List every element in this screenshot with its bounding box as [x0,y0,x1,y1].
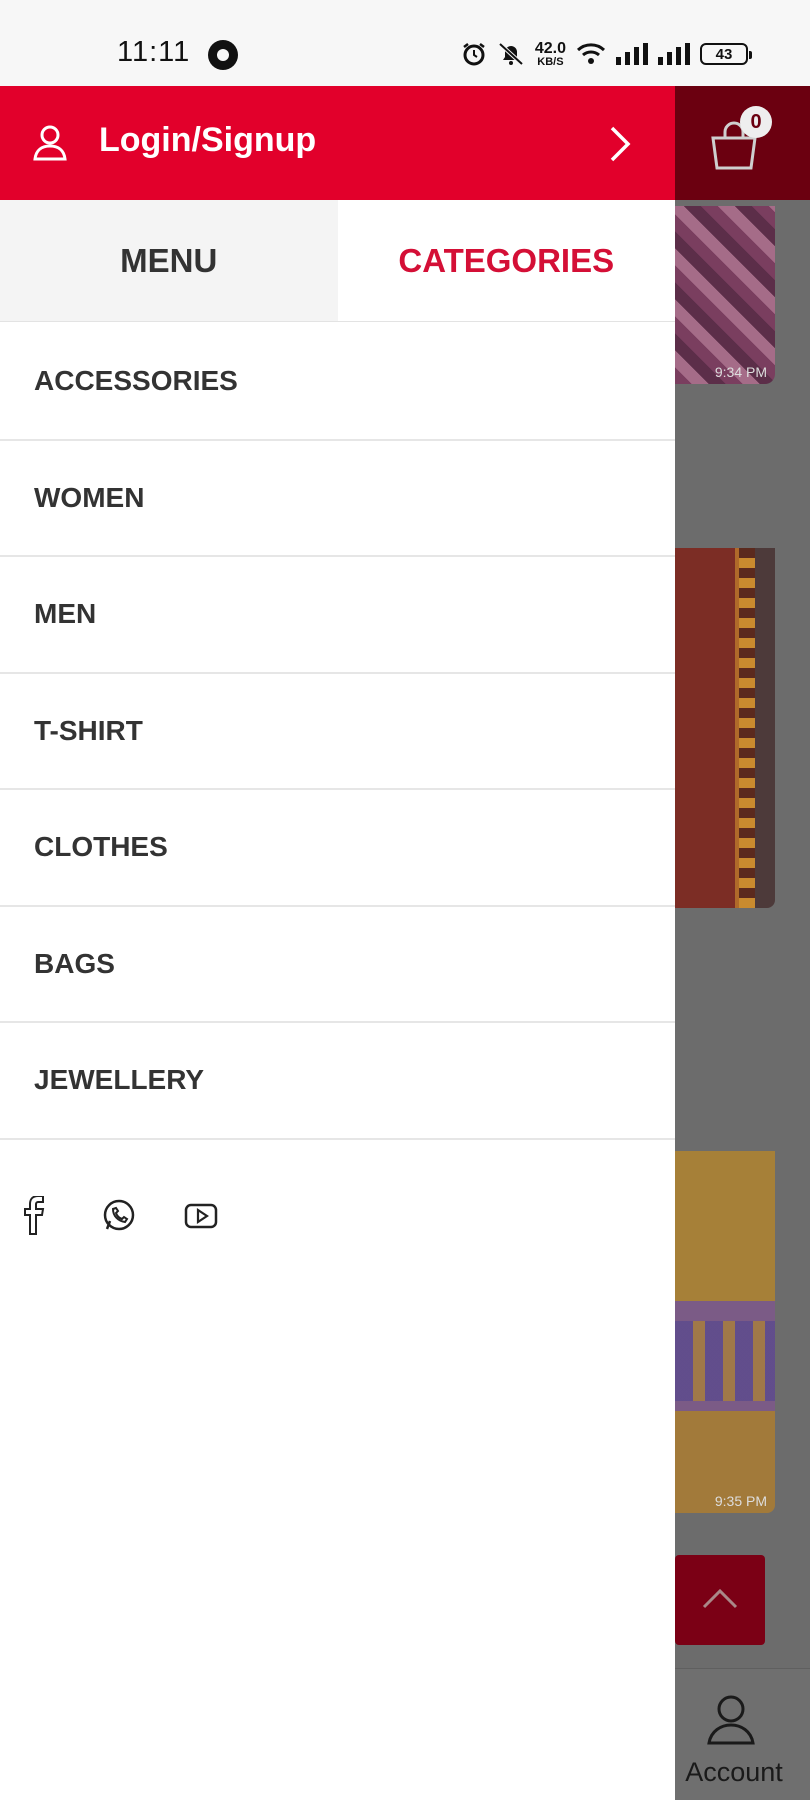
background-header: 0 [675,86,810,200]
user-icon [33,125,67,161]
timestamp: 9:34 PM [714,364,767,380]
status-icons: 42.0 KB/S 43 [461,36,752,72]
account-icon [707,1695,755,1745]
youtube-icon[interactable] [183,1196,219,1236]
status-time: 11:11 [117,36,191,68]
product-image: 9:34 PM [675,206,775,384]
signal-icon [616,43,648,65]
category-list: ACCESSORIES WOMEN MEN T-SHIRT CLOTHES BA… [0,324,675,1140]
wifi-icon [576,43,606,64]
chevron-up-icon [702,1588,738,1609]
signal-icon-2 [658,43,690,65]
alarm-icon [463,43,485,66]
status-bar: 11:11 42.0 KB/S 43 [0,0,810,86]
category-item-clothes[interactable]: CLOTHES [0,790,675,907]
tab-menu[interactable]: MENU [0,200,338,321]
battery-icon: 43 [700,43,752,65]
login-signup-label: Login/Signup [99,121,317,159]
login-signup-button[interactable]: Login/Signup [0,86,675,200]
mute-bell-icon [498,42,524,66]
category-item-women[interactable]: WOMEN [0,441,675,557]
timestamp: 9:35 PM [714,1493,767,1509]
category-item-t-shirt[interactable]: T-SHIRT [0,674,675,790]
chevron-right-icon [610,126,631,162]
tab-categories[interactable]: CATEGORIES [337,200,675,321]
network-speed: 42.0 KB/S [534,39,566,68]
navigation-drawer: Login/Signup MENU CATEGORIES ACCESSORIES… [0,86,675,1800]
account-label: Account [685,1757,783,1787]
category-item-men[interactable]: MEN [0,557,675,674]
product-image: 9:35 PM [675,1151,775,1513]
notification-app-icon [208,40,238,70]
drawer-tabs: MENU CATEGORIES [0,200,675,322]
category-item-accessories[interactable]: ACCESSORIES [0,324,675,441]
product-image [675,548,775,908]
scroll-to-top-button [675,1555,765,1645]
background-page: 0 9:34 PM 9:35 PM Account [675,86,810,1800]
category-item-jewellery[interactable]: JEWELLERY [0,1023,675,1140]
cart-count-badge: 0 [740,106,772,138]
bottom-nav: Account [675,1668,810,1800]
whatsapp-icon[interactable] [100,1196,138,1236]
category-item-bags[interactable]: BAGS [0,907,675,1023]
social-links [0,1196,300,1246]
facebook-icon[interactable] [20,1196,50,1236]
